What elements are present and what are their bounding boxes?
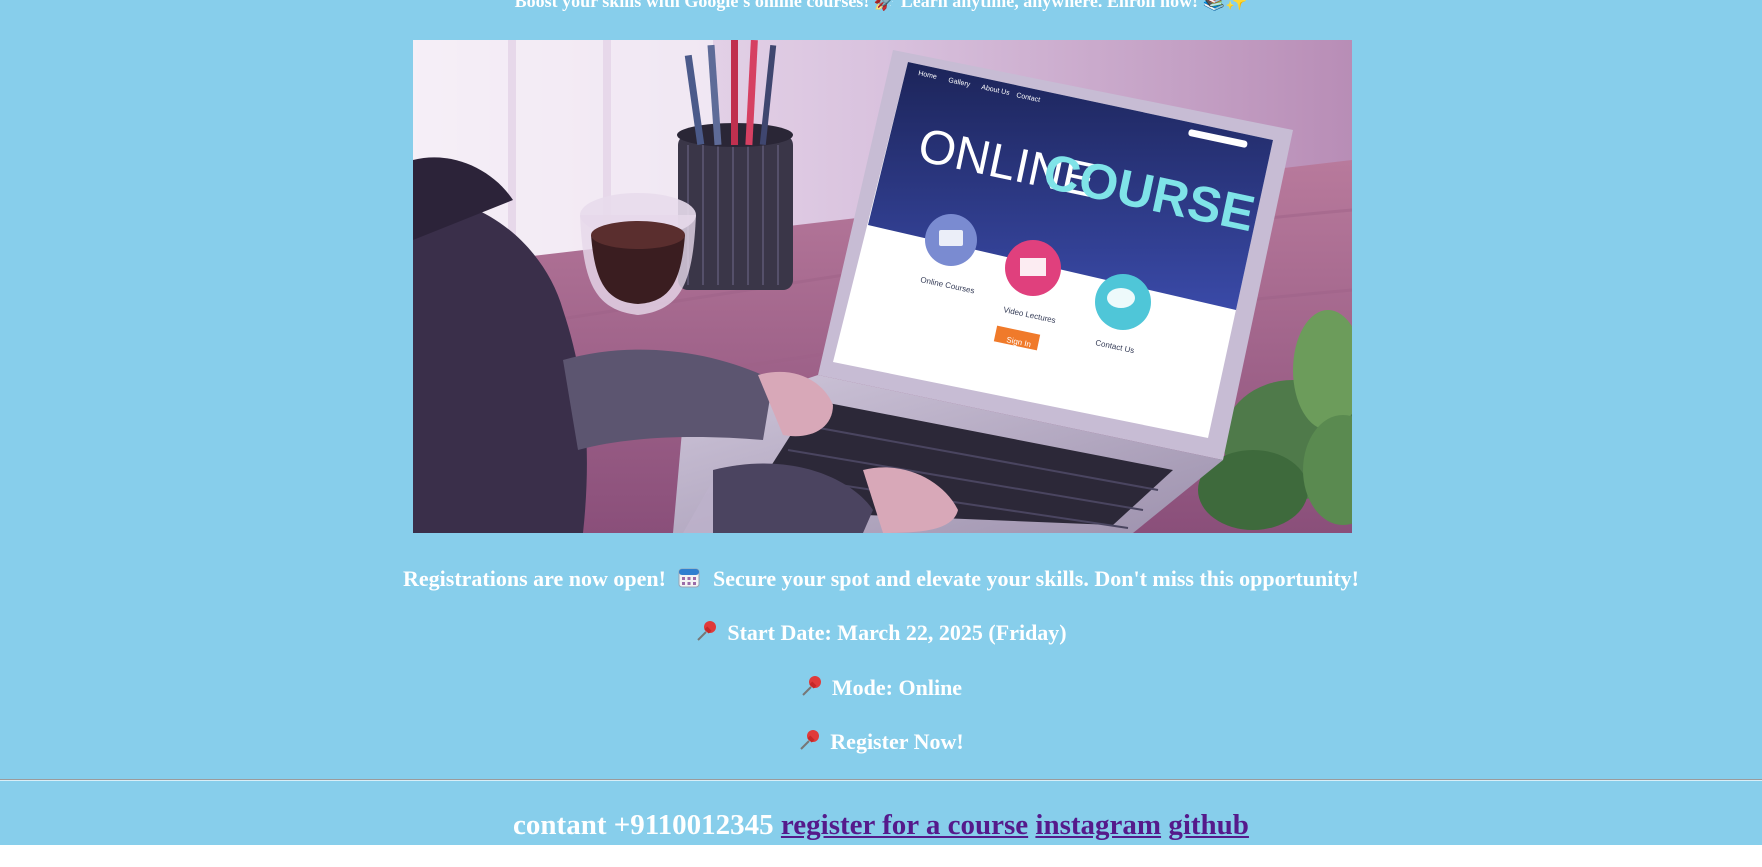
mode: Mode: Online — [831, 675, 963, 700]
start-date-line: Start Date: March 22, 2025 (Friday) — [0, 619, 1762, 649]
start-date: Start Date: March 22, 2025 (Friday) — [727, 620, 1067, 645]
register-line: Register Now! — [0, 728, 1762, 758]
tagline: Boost your skills with Google's online c… — [514, 0, 1248, 11]
github-link[interactable]: github — [1168, 809, 1249, 841]
registration-text: Registrations are now open! Secure your … — [0, 565, 1762, 595]
page: Boost your skills with Google's online c… — [0, 0, 1762, 845]
pushpin-icon — [798, 728, 822, 758]
register-course-link[interactable]: register for a course — [781, 809, 1028, 841]
hero-image: Home Gallery About Us Contact ONLINE COU… — [413, 40, 1352, 533]
footer: contant +9110012345 register for a cours… — [0, 808, 1762, 842]
pushpin-icon — [695, 619, 719, 649]
registration-prefix: Registrations are now open! — [403, 566, 666, 591]
mode-line: Mode: Online — [0, 674, 1762, 704]
contact-text: contant +9110012345 — [513, 809, 774, 841]
instagram-link[interactable]: instagram — [1035, 809, 1161, 841]
registration-suffix: Secure your spot and elevate your skills… — [712, 566, 1359, 591]
divider — [0, 779, 1762, 781]
calendar-icon — [677, 565, 701, 595]
register-now: Register Now! — [830, 729, 964, 754]
pushpin-icon — [800, 674, 824, 704]
